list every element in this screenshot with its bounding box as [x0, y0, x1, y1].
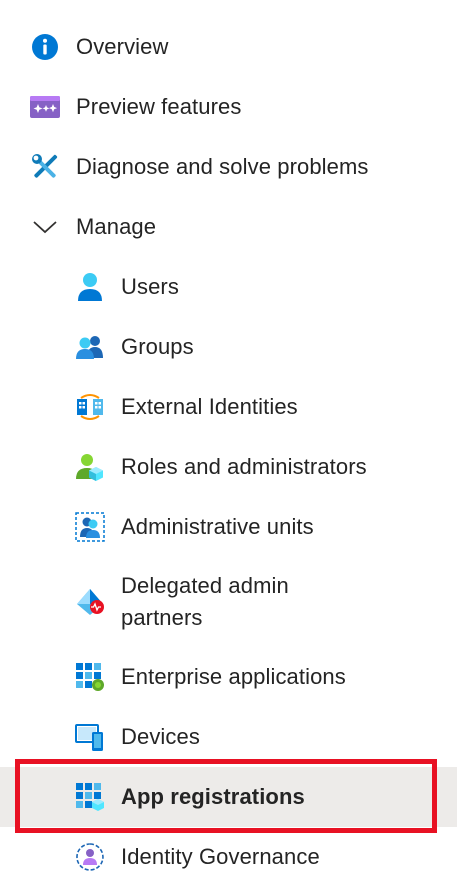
wrench-screwdriver-icon — [30, 152, 60, 182]
nav-item-devices[interactable]: Devices — [0, 707, 457, 767]
nav-item-label: Groups — [121, 334, 194, 359]
nav-item-label: Roles and administrators — [121, 454, 367, 479]
nav-item-label: Devices — [121, 724, 200, 749]
enterprise-apps-icon — [75, 662, 105, 692]
nav-item-label: Administrative units — [121, 514, 314, 539]
external-identities-icon — [75, 392, 105, 422]
nav-item-enterprise-applications[interactable]: Enterprise applications — [0, 647, 457, 707]
nav-item-users[interactable]: Users — [0, 257, 457, 317]
nav-item-label: Delegated admin partners — [121, 573, 289, 630]
nav-item-label: App registrations — [121, 784, 305, 809]
identity-governance-icon — [75, 842, 105, 872]
nav-item-delegated-admin-partners[interactable]: Delegated admin partners — [0, 570, 457, 634]
administrative-units-icon — [75, 512, 105, 542]
delegated-admin-icon — [75, 587, 105, 617]
nav-item-label: Overview — [76, 34, 169, 59]
user-icon — [75, 272, 105, 302]
chevron-down-icon — [30, 212, 60, 242]
nav-item-diagnose-and-solve-problems[interactable]: Diagnose and solve problems — [0, 137, 457, 197]
nav-item-identity-governance[interactable]: Identity Governance — [0, 827, 457, 887]
nav-item-label: Diagnose and solve problems — [76, 154, 369, 179]
nav-item-app-registrations[interactable]: App registrations — [0, 767, 457, 827]
preview-features-icon — [30, 92, 60, 122]
nav-item-label: External Identities — [121, 394, 298, 419]
nav-item-label: Enterprise applications — [121, 664, 346, 689]
nav-item-overview[interactable]: Overview — [0, 17, 457, 77]
nav-item-label: Users — [121, 274, 179, 299]
nav-item-label: Preview features — [76, 94, 242, 119]
info-icon — [30, 32, 60, 62]
nav-item-groups[interactable]: Groups — [0, 317, 457, 377]
nav-item-administrative-units[interactable]: Administrative units — [0, 497, 457, 557]
nav-item-external-identities[interactable]: External Identities — [0, 377, 457, 437]
devices-icon — [75, 722, 105, 752]
nav-group-label: Manage — [76, 214, 157, 239]
groups-icon — [75, 332, 105, 362]
nav-item-preview-features[interactable]: Preview features — [0, 77, 457, 137]
nav-item-label: Identity Governance — [121, 844, 320, 869]
roles-icon — [75, 452, 105, 482]
nav-group-manage[interactable]: Manage — [0, 197, 457, 257]
nav-item-roles-and-administrators[interactable]: Roles and administrators — [0, 437, 457, 497]
app-registrations-icon — [75, 782, 105, 812]
